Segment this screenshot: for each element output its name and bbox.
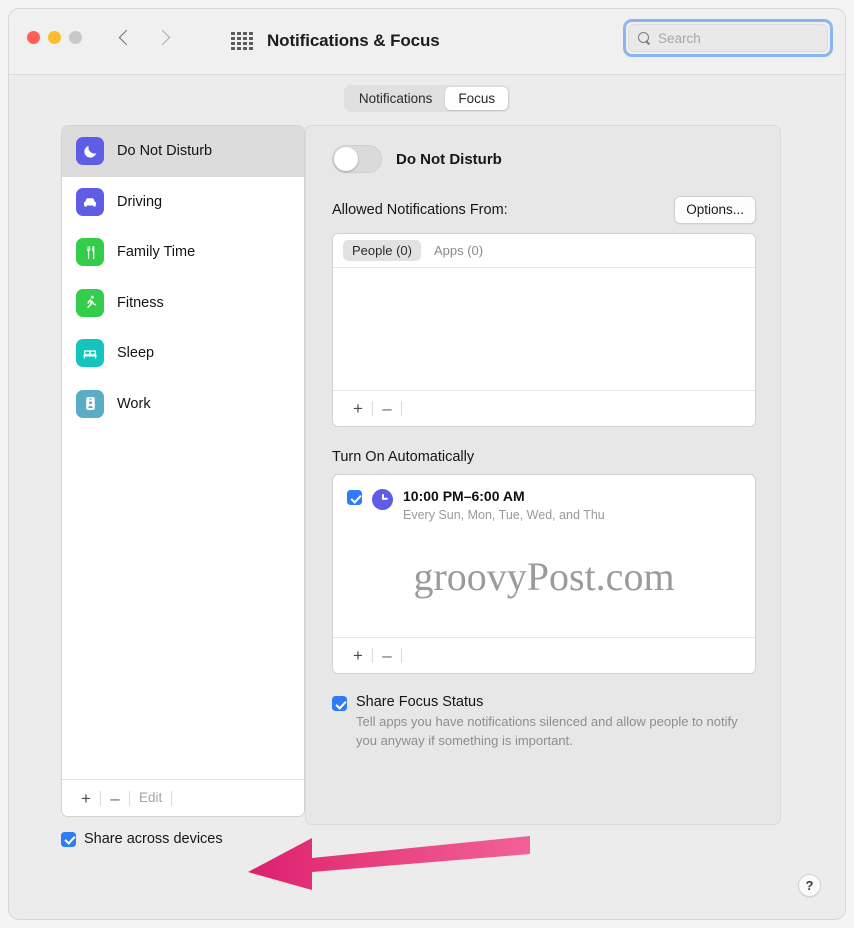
navigation-buttons bbox=[119, 27, 169, 49]
share-focus-status-description: Tell apps you have notifications silence… bbox=[356, 714, 738, 748]
focus-toggle-label: Do Not Disturb bbox=[396, 150, 502, 168]
segmented-control: Notifications Focus bbox=[343, 84, 511, 112]
remove-schedule-button[interactable]: – bbox=[373, 647, 401, 664]
tab-bar: Notifications Focus bbox=[9, 75, 845, 121]
schedule-list-footer: + – bbox=[333, 637, 755, 673]
back-chevron-icon[interactable] bbox=[119, 27, 131, 49]
focus-toggle-row: Do Not Disturb bbox=[332, 144, 756, 174]
share-focus-status-checkbox[interactable] bbox=[332, 696, 347, 711]
options-button[interactable]: Options... bbox=[674, 196, 756, 224]
forward-chevron-icon bbox=[157, 27, 169, 49]
remove-focus-button[interactable]: – bbox=[101, 790, 129, 807]
minimize-button[interactable] bbox=[48, 31, 61, 44]
add-schedule-button[interactable]: + bbox=[344, 647, 372, 664]
focus-modes-list: Do Not Disturb Driving Family Time Fitne… bbox=[62, 126, 304, 779]
system-preferences-window: Notifications & Focus Search Notificatio… bbox=[8, 8, 846, 920]
allowed-notifications-row: Allowed Notifications From: Options... bbox=[332, 196, 756, 224]
fork-knife-icon bbox=[76, 238, 104, 267]
sidebar-item-label: Fitness bbox=[117, 294, 164, 311]
window-toolbar: Notifications & Focus Search bbox=[9, 9, 845, 75]
sidebar-footer: + – Edit bbox=[62, 779, 304, 816]
bed-icon bbox=[76, 339, 104, 368]
schedule-checkbox[interactable] bbox=[347, 490, 362, 505]
show-all-grid-icon[interactable] bbox=[231, 32, 253, 50]
screenshot-root: Notifications & Focus Search Notificatio… bbox=[0, 0, 854, 928]
turn-on-automatically-label: Turn On Automatically bbox=[332, 449, 475, 465]
add-allowed-button[interactable]: + bbox=[344, 400, 372, 417]
tab-people[interactable]: People (0) bbox=[343, 240, 421, 261]
search-input[interactable]: Search bbox=[628, 24, 828, 52]
running-person-icon bbox=[76, 288, 104, 317]
moon-icon bbox=[76, 137, 104, 166]
do-not-disturb-toggle[interactable] bbox=[332, 145, 382, 173]
allowed-notifications-listbox: People (0) Apps (0) + – bbox=[332, 233, 756, 427]
help-button[interactable]: ? bbox=[798, 874, 821, 897]
search-icon bbox=[638, 31, 651, 45]
sidebar-item-family-time[interactable]: Family Time bbox=[62, 227, 304, 278]
footer-divider bbox=[171, 790, 173, 806]
sidebar-item-sleep[interactable]: Sleep bbox=[62, 328, 304, 379]
search-placeholder: Search bbox=[658, 30, 701, 46]
schedule-row[interactable]: 10:00 PM–6:00 AM Every Sun, Mon, Tue, We… bbox=[333, 475, 755, 522]
share-across-devices-checkbox[interactable] bbox=[61, 831, 76, 847]
sidebar-item-label: Driving bbox=[117, 193, 163, 210]
schedule-time: 10:00 PM–6:00 AM bbox=[403, 488, 525, 504]
zoom-button bbox=[69, 31, 82, 44]
share-across-devices-row[interactable]: Share across devices bbox=[61, 831, 223, 847]
tab-focus[interactable]: Focus bbox=[445, 86, 509, 110]
allowed-list-tabs: People (0) Apps (0) bbox=[333, 234, 755, 268]
footer-divider bbox=[401, 648, 402, 663]
sidebar-item-label: Family Time bbox=[117, 244, 196, 261]
remove-allowed-button[interactable]: – bbox=[373, 400, 401, 417]
id-badge-icon bbox=[76, 389, 104, 418]
sidebar-item-label: Sleep bbox=[117, 345, 155, 362]
allowed-list-footer: + – bbox=[333, 390, 755, 426]
share-across-devices-label: Share across devices bbox=[84, 831, 223, 847]
clock-icon bbox=[372, 489, 393, 510]
toggle-knob bbox=[334, 147, 358, 171]
car-icon bbox=[76, 187, 104, 216]
sidebar-item-fitness[interactable]: Fitness bbox=[62, 278, 304, 329]
footer-divider bbox=[401, 401, 402, 416]
focus-detail-panel: Do Not Disturb Allowed Notifications Fro… bbox=[305, 125, 781, 825]
share-focus-status-label: Share Focus Status bbox=[356, 694, 484, 710]
watermark: groovyPost.com bbox=[413, 554, 675, 599]
sidebar-item-work[interactable]: Work bbox=[62, 379, 304, 430]
schedule-days: Every Sun, Mon, Tue, Wed, and Thu bbox=[403, 507, 605, 522]
allowed-notifications-label: Allowed Notifications From: bbox=[332, 202, 508, 218]
close-button[interactable] bbox=[27, 31, 40, 44]
schedule-list-body: 10:00 PM–6:00 AM Every Sun, Mon, Tue, We… bbox=[333, 475, 755, 637]
sidebar-item-label: Do Not Disturb bbox=[117, 143, 213, 160]
tab-notifications[interactable]: Notifications bbox=[346, 87, 446, 110]
sidebar-item-label: Work bbox=[117, 395, 151, 412]
allowed-list-body[interactable] bbox=[333, 268, 755, 390]
preferences-content: Do Not Disturb Driving Family Time Fitne… bbox=[9, 121, 845, 919]
sidebar-item-driving[interactable]: Driving bbox=[62, 177, 304, 228]
search-field-focus-ring: Search bbox=[623, 19, 833, 57]
sidebar-item-do-not-disturb[interactable]: Do Not Disturb bbox=[62, 126, 304, 177]
edit-focus-button[interactable]: Edit bbox=[130, 791, 171, 805]
tab-apps[interactable]: Apps (0) bbox=[425, 240, 492, 261]
schedule-listbox: 10:00 PM–6:00 AM Every Sun, Mon, Tue, We… bbox=[332, 474, 756, 674]
focus-modes-sidebar: Do Not Disturb Driving Family Time Fitne… bbox=[61, 125, 305, 817]
page-title: Notifications & Focus bbox=[267, 31, 440, 50]
add-focus-button[interactable]: + bbox=[72, 790, 100, 807]
share-focus-status-row: Share Focus Status Tell apps you have no… bbox=[332, 694, 756, 751]
traffic-light-buttons bbox=[27, 31, 82, 44]
